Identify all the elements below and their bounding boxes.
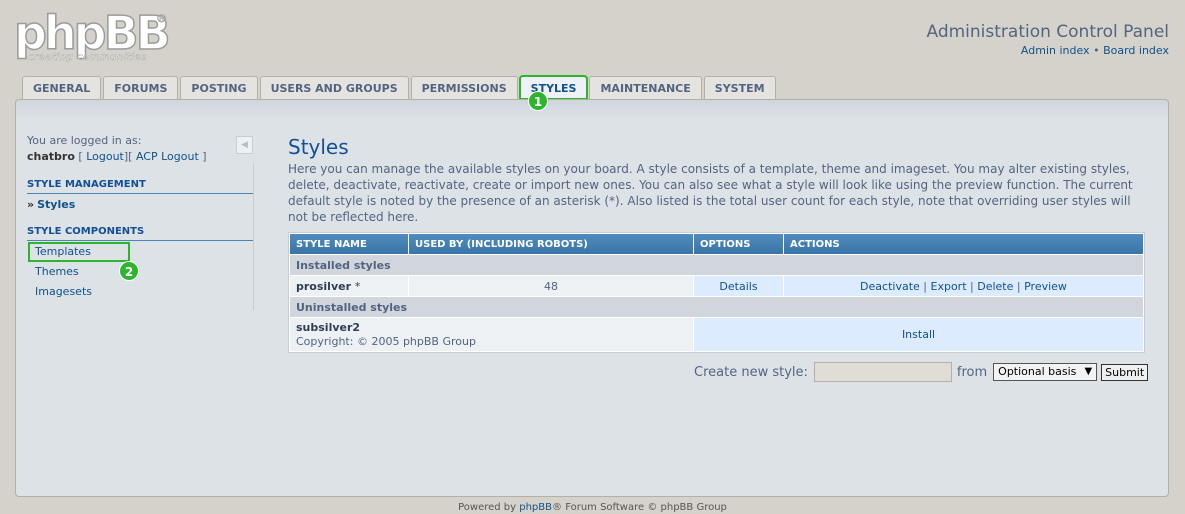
page-title: Styles bbox=[288, 135, 349, 159]
col-actions: ACTIONS bbox=[784, 234, 1143, 254]
footer-copyright: ® Forum Software © phpBB Group bbox=[552, 502, 727, 513]
collapse-sidebar-icon[interactable]: ◀ bbox=[236, 136, 253, 154]
create-style-label: Create new style: bbox=[694, 364, 808, 380]
logo-wordmark: phpBB bbox=[13, 6, 171, 60]
style-management-heading: STYLE MANAGEMENT bbox=[27, 179, 253, 194]
logged-in-label: You are logged in as: bbox=[27, 134, 142, 147]
dropdown-caret-icon: ▼ bbox=[1084, 366, 1093, 377]
bracket: ] bbox=[202, 150, 207, 163]
action-separator: | bbox=[923, 279, 927, 293]
preview-link[interactable]: Preview bbox=[1024, 280, 1067, 293]
basis-select-value: Optional basis bbox=[998, 365, 1077, 378]
tab-maintenance[interactable]: MAINTENANCE bbox=[589, 76, 702, 99]
user-count: 48 bbox=[409, 276, 693, 296]
sidebar-item-styles[interactable]: » Styles bbox=[27, 194, 253, 214]
sidebar-item-themes[interactable]: Themes bbox=[27, 261, 253, 281]
install-link[interactable]: Install bbox=[902, 328, 935, 341]
export-link[interactable]: Export bbox=[931, 280, 967, 293]
header-links: Admin index • Board index bbox=[1021, 44, 1169, 57]
new-style-name-input[interactable] bbox=[813, 362, 952, 382]
main-content: Styles Here you can manage the available… bbox=[288, 134, 1144, 225]
style-name-cell: prosilver * bbox=[290, 276, 408, 296]
uninstalled-style-cell: subsilver2 Copyright: © 2005 phpBB Group bbox=[290, 318, 693, 351]
create-style-form: Create new style: from Optional basis ▼ … bbox=[694, 362, 1149, 382]
style-name: prosilver bbox=[296, 279, 351, 293]
styles-link[interactable]: Styles bbox=[37, 198, 75, 211]
link-separator: • bbox=[1093, 44, 1100, 57]
username: chatbro bbox=[27, 150, 75, 163]
bracket: [ bbox=[78, 150, 83, 163]
templates-highlight-box bbox=[28, 242, 130, 262]
deactivate-link[interactable]: Deactivate bbox=[860, 280, 920, 293]
installed-styles-label: Installed styles bbox=[290, 255, 1143, 275]
col-style-name: STYLE NAME bbox=[290, 234, 408, 254]
tab-system[interactable]: SYSTEM bbox=[703, 76, 776, 99]
delete-link[interactable]: Delete bbox=[977, 280, 1013, 293]
submit-button[interactable]: Submit bbox=[1101, 363, 1149, 381]
basis-select[interactable]: Optional basis ▼ bbox=[993, 363, 1098, 381]
step-badge-2: 2 bbox=[119, 261, 139, 281]
table-row: subsilver2 Copyright: © 2005 phpBB Group… bbox=[290, 318, 1143, 351]
style-components-heading: STYLE COMPONENTS bbox=[27, 226, 253, 241]
logo-tagline: creating communities bbox=[28, 52, 148, 63]
tab-general[interactable]: GENERAL bbox=[22, 76, 102, 99]
tab-forums[interactable]: FORUMS bbox=[103, 76, 179, 99]
themes-link[interactable]: Themes bbox=[35, 265, 79, 278]
sidebar: You are logged in as: chatbro [ Logout][… bbox=[27, 134, 253, 301]
imagesets-link[interactable]: Imagesets bbox=[35, 285, 92, 298]
powered-by-text: Powered by bbox=[458, 502, 517, 513]
install-cell: Install bbox=[694, 318, 1143, 351]
action-separator: | bbox=[1016, 279, 1021, 293]
intro-text: Here you can manage the available styles… bbox=[288, 162, 1133, 224]
table-row: prosilver * 48 Details Deactivate | Expo… bbox=[290, 276, 1143, 296]
bracket: ][ bbox=[123, 150, 133, 163]
details-link[interactable]: Details bbox=[719, 280, 757, 293]
style-copyright: Copyright: © 2005 phpBB Group bbox=[296, 334, 476, 348]
phpbb-link[interactable]: phpBB bbox=[519, 502, 552, 513]
admin-index-link[interactable]: Admin index bbox=[1021, 44, 1090, 57]
uninstalled-styles-label: Uninstalled styles bbox=[290, 297, 1143, 317]
acp-logout-link[interactable]: ACP Logout bbox=[136, 150, 199, 163]
footer: Powered by phpBB® Forum Software © phpBB… bbox=[0, 502, 1185, 513]
sidebar-item-templates[interactable]: Templates bbox=[27, 241, 253, 262]
section-row-uninstalled: Uninstalled styles bbox=[290, 297, 1143, 317]
tab-permissions[interactable]: PERMISSIONS bbox=[410, 76, 518, 99]
acp-title: Administration Control Panel bbox=[926, 22, 1169, 42]
tab-posting[interactable]: POSTING bbox=[180, 76, 258, 99]
tab-users-and-groups[interactable]: USERS AND GROUPS bbox=[259, 76, 409, 99]
board-index-link[interactable]: Board index bbox=[1103, 44, 1169, 57]
section-row-installed: Installed styles bbox=[290, 255, 1143, 275]
options-cell: Details bbox=[694, 276, 783, 296]
default-mark: * bbox=[354, 279, 361, 293]
col-options: OPTIONS bbox=[694, 234, 783, 254]
sidebar-item-imagesets[interactable]: Imagesets bbox=[27, 281, 253, 301]
uninstalled-style-name: subsilver2 bbox=[296, 320, 361, 334]
sidebar-divider bbox=[253, 163, 254, 310]
logout-link[interactable]: Logout bbox=[86, 150, 124, 163]
step-badge-1: 1 bbox=[528, 91, 548, 111]
user-line: chatbro [ Logout][ ACP Logout ] bbox=[27, 150, 253, 163]
styles-table: STYLE NAME USED BY (INCLUDING ROBOTS) OP… bbox=[288, 232, 1145, 353]
main-tabs: GENERAL FORUMS POSTING USERS AND GROUPS … bbox=[22, 75, 776, 100]
col-used-by: USED BY (INCLUDING ROBOTS) bbox=[409, 234, 693, 254]
active-arrow-icon: » bbox=[27, 198, 35, 211]
from-label: from bbox=[956, 364, 988, 380]
logo-registered-mark: ® bbox=[156, 12, 168, 26]
phpbb-logo[interactable]: phpBB ® creating communities bbox=[13, 6, 174, 66]
actions-cell: Deactivate | Export | Delete | Preview bbox=[784, 276, 1143, 296]
action-separator: | bbox=[970, 279, 974, 293]
